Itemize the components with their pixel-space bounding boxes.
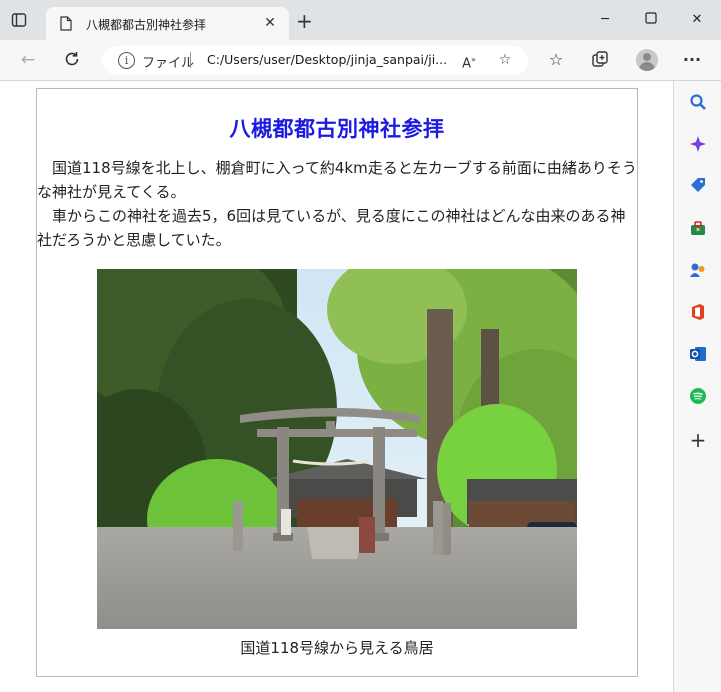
search-icon[interactable]: [689, 93, 707, 111]
shrine-torii-photo: [97, 269, 577, 629]
address-bar[interactable]: i ファイル C:/Users/user/Desktop/jinja_sanpa…: [102, 46, 528, 75]
games-icon[interactable]: [689, 261, 707, 279]
avatar-body: [639, 62, 655, 71]
new-tab-icon[interactable]: +: [296, 11, 313, 31]
article-frame: 八槻都都古別神社参拝 国道118号線を北上し、棚倉町に入って約4km走ると左カー…: [36, 88, 638, 677]
info-icon[interactable]: i: [118, 52, 135, 69]
profile-avatar[interactable]: [636, 49, 658, 71]
close-window-icon[interactable]: ✕: [689, 12, 705, 28]
active-tab[interactable]: 八槻都都古別神社参拝 ✕: [46, 7, 289, 40]
shopping-icon[interactable]: [689, 177, 707, 195]
url-text[interactable]: C:/Users/user/Desktop/jinja_sanpai/ji...: [207, 52, 447, 67]
close-icon[interactable]: ✕: [262, 15, 278, 31]
tools-icon[interactable]: [689, 219, 707, 237]
office-icon[interactable]: [689, 303, 707, 321]
spotify-icon[interactable]: [689, 387, 707, 405]
add-icon[interactable]: +: [689, 430, 707, 450]
scheme-label: ファイル: [142, 56, 195, 71]
avatar-head: [643, 53, 651, 61]
minimize-icon[interactable]: ─: [597, 12, 613, 28]
page-title: 八槻都都古別神社参拝: [229, 117, 445, 141]
edge-sidebar: +: [673, 81, 721, 692]
photo-caption: 国道118号線から見える鳥居: [240, 639, 434, 657]
outlook-icon[interactable]: [689, 345, 707, 363]
tab-title: 八槻都都古別神社参拝: [86, 18, 207, 32]
tab-actions-icon[interactable]: [11, 12, 27, 28]
more-icon[interactable]: ···: [682, 50, 702, 70]
favorites-icon[interactable]: ☆: [546, 50, 566, 70]
page-content: 八槻都都古別神社参拝 国道118号線を北上し、棚倉町に入って約4km走ると左カー…: [0, 81, 673, 692]
paragraph-2: 車からこの神社を過去5，6回は見ているが、見る度にこの神社はどんな由来のある神社…: [37, 207, 626, 249]
title-bar: 八槻都都古別神社参拝 ✕ + ─ ✕: [0, 0, 721, 40]
document-icon: [60, 16, 72, 31]
address-separator: [190, 52, 191, 68]
collections-icon[interactable]: [590, 50, 610, 70]
refresh-icon[interactable]: [62, 50, 82, 70]
paragraph-1: 国道118号線を北上し、棚倉町に入って約4km走ると左カーブする前面に由緒ありそ…: [37, 159, 637, 201]
add-favorite-icon[interactable]: ☆: [495, 50, 515, 70]
copilot-icon[interactable]: [689, 135, 707, 153]
maximize-icon[interactable]: [643, 12, 659, 28]
back-icon[interactable]: ←: [18, 50, 38, 70]
read-aloud-icon[interactable]: A»: [459, 50, 479, 71]
browser-toolbar: ← i ファイル C:/Users/user/Desktop/jinja_san…: [0, 40, 721, 81]
